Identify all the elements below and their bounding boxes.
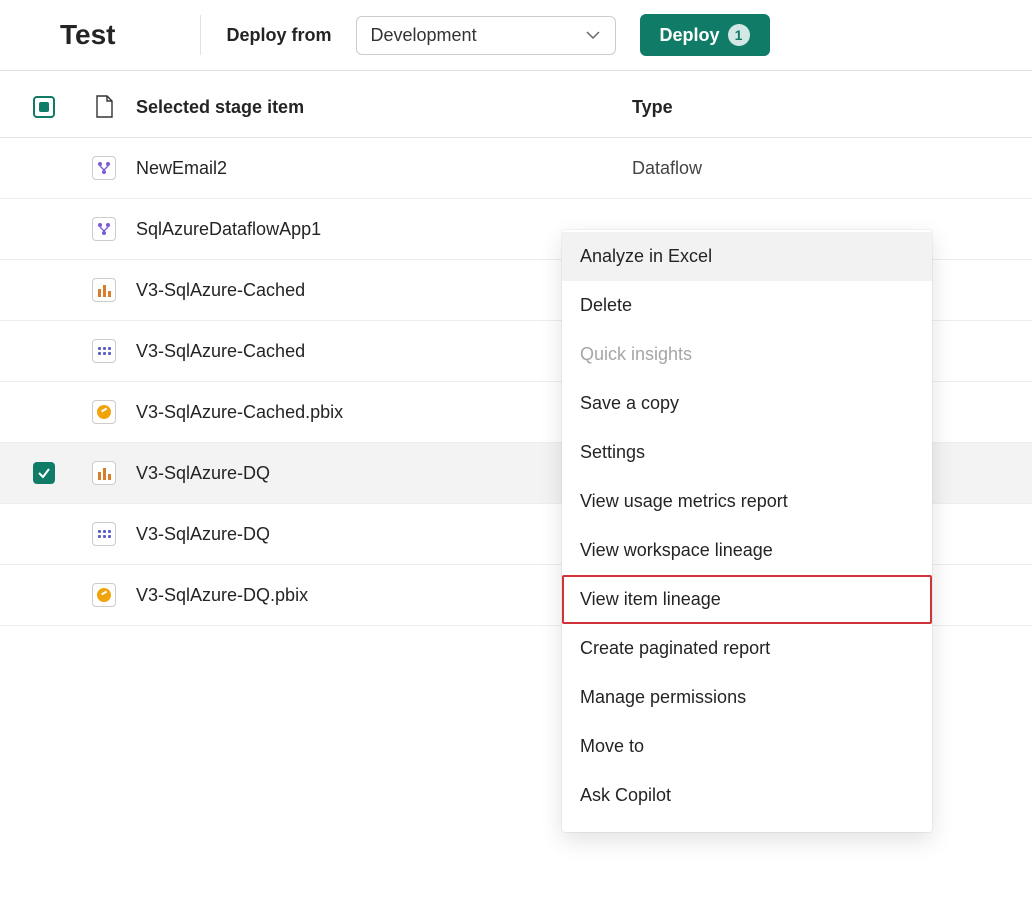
row-checkbox[interactable] — [33, 157, 55, 179]
dropdown-value: Development — [371, 25, 477, 46]
table-header-row: Selected stage item Type — [0, 71, 1032, 138]
deploy-from-dropdown[interactable]: Development — [356, 16, 616, 55]
column-header-type[interactable]: Type — [632, 97, 1032, 118]
header-bar: Test Deploy from Development Deploy 1 — [0, 0, 1032, 71]
divider — [200, 15, 201, 55]
item-name: V3-SqlAzure-DQ — [136, 463, 632, 484]
chevron-down-icon — [585, 27, 601, 43]
item-type: Dataflow — [632, 158, 1032, 179]
row-checkbox[interactable] — [33, 218, 55, 240]
page-title: Test — [60, 19, 116, 51]
menu-item: Quick insights — [562, 330, 932, 379]
row-checkbox[interactable] — [33, 279, 55, 301]
report-icon — [92, 278, 116, 302]
deploy-from-label: Deploy from — [227, 25, 332, 46]
context-menu: Analyze in ExcelDeleteQuick insightsSave… — [562, 230, 932, 832]
row-checkbox[interactable] — [33, 340, 55, 362]
dataset-icon — [92, 522, 116, 546]
dataflow-icon — [92, 217, 116, 241]
row-checkbox[interactable] — [33, 523, 55, 545]
menu-item[interactable]: Create paginated report — [562, 624, 932, 673]
deploy-count-badge: 1 — [728, 24, 750, 46]
menu-item[interactable]: View item lineage — [562, 575, 932, 624]
row-checkbox[interactable] — [33, 584, 55, 606]
deploy-button[interactable]: Deploy 1 — [640, 14, 770, 56]
table-row[interactable]: NewEmail2Dataflow — [0, 138, 1032, 199]
menu-item[interactable]: Manage permissions — [562, 673, 932, 722]
item-name: V3-SqlAzure-Cached — [136, 341, 632, 362]
menu-item[interactable]: Move to — [562, 722, 932, 771]
row-checkbox[interactable] — [33, 462, 55, 484]
menu-item[interactable]: View usage metrics report — [562, 477, 932, 526]
column-header-name[interactable]: Selected stage item — [136, 97, 632, 118]
dashboard-icon — [92, 583, 116, 607]
item-name: SqlAzureDataflowApp1 — [136, 219, 632, 240]
item-name: V3-SqlAzure-Cached — [136, 280, 632, 301]
menu-item[interactable]: Save a copy — [562, 379, 932, 428]
menu-item[interactable]: View workspace lineage — [562, 526, 932, 575]
dataset-icon — [92, 339, 116, 363]
menu-item[interactable]: Settings — [562, 428, 932, 477]
deploy-button-label: Deploy — [660, 25, 720, 46]
item-name: NewEmail2 — [136, 158, 632, 179]
menu-item[interactable]: Delete — [562, 281, 932, 330]
menu-item[interactable]: Ask Copilot — [562, 771, 932, 820]
report-icon — [92, 461, 116, 485]
row-checkbox[interactable] — [33, 401, 55, 423]
item-name: V3-SqlAzure-DQ.pbix — [136, 585, 632, 606]
select-all-checkbox[interactable] — [33, 96, 55, 118]
dashboard-icon — [92, 400, 116, 424]
menu-item[interactable]: Analyze in Excel — [562, 232, 932, 281]
file-icon — [94, 95, 114, 119]
dataflow-icon — [92, 156, 116, 180]
item-name: V3-SqlAzure-Cached.pbix — [136, 402, 632, 423]
item-name: V3-SqlAzure-DQ — [136, 524, 632, 545]
